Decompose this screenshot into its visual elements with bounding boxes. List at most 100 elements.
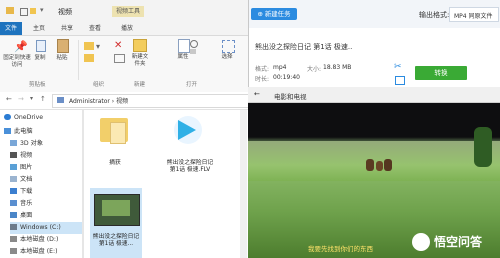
copy-to-icon[interactable] [84, 54, 94, 62]
copy-icon [36, 40, 46, 52]
player-title: 电影和电视 [274, 93, 307, 101]
watermark-text: 悟空问答 [434, 235, 483, 249]
context-tab-video-tools[interactable]: 视频工具 [112, 6, 144, 17]
quick-access-save-icon[interactable] [20, 8, 28, 16]
dropdown-arrow-icon[interactable]: ▾ [96, 42, 100, 51]
size-value: 18.83 MB [323, 64, 352, 71]
file-explorer-window: ▾ 视频 视频工具 文件 主页 共享 查看 播放 📌 固定到快速访问 复制 粘贴… [0, 0, 250, 258]
move-to-icon[interactable] [84, 42, 94, 50]
movies-tv-player-window: ← 电影和电视 我要先找到你们的东西 悟空问答 [248, 87, 500, 258]
video-player-icon [178, 120, 196, 140]
explorer-titlebar: ▾ 视频 视频工具 [0, 0, 248, 22]
drive-icon [10, 248, 17, 254]
new-folder-button[interactable]: 新建文件夹 [130, 54, 150, 68]
convert-button[interactable]: 转换 [415, 66, 467, 80]
file-list: 摘获 熊出没之探险日记 第1话 极速.FLV 熊出没之探险日记 第1话 极速..… [84, 110, 248, 258]
tab-view[interactable]: 查看 [84, 22, 106, 35]
window-title: 视频 [58, 8, 72, 16]
file-item[interactable]: 熊出没之探险日记 第1话 极速.FLV [164, 114, 216, 184]
output-format-label: 输出格式: [419, 11, 450, 19]
file-item-selected[interactable]: 熊出没之探险日记 第1话 极速... [90, 188, 142, 258]
back-arrow-icon[interactable]: ← [6, 95, 12, 103]
video-frame[interactable]: 我要先找到你们的东西 悟空问答 [248, 103, 500, 258]
bear-figure [376, 161, 383, 171]
tab-file[interactable]: 文件 [0, 22, 22, 35]
output-format-select[interactable]: MP4 同原文件 [449, 7, 499, 22]
nav-item-desktop[interactable]: 桌面 [10, 210, 88, 222]
tree [474, 127, 492, 167]
nav-item-downloads[interactable]: 下载 [10, 186, 88, 198]
nav-item-onedrive[interactable]: OneDrive [4, 112, 82, 124]
properties-icon [178, 39, 190, 53]
drive-icon [10, 236, 17, 242]
film-icon [10, 152, 17, 158]
files-scrollbar[interactable] [240, 110, 247, 258]
new-folder-icon[interactable] [30, 8, 36, 14]
nav-item-music[interactable]: 音乐 [10, 198, 88, 210]
nav-item-this-pc[interactable]: 此电脑 [4, 126, 82, 138]
document-icon [10, 176, 17, 182]
nav-item-pictures[interactable]: 图片 [10, 162, 88, 174]
cube-icon [10, 140, 17, 146]
task-card: 熊出没之探险日记 第1话 极速.. 格式: mp4 大小: 18.83 MB 时… [249, 28, 500, 87]
new-folder-large-icon [133, 39, 147, 52]
cloud-icon [4, 114, 11, 120]
player-titlebar: ← 电影和电视 [248, 87, 500, 103]
folder-icon [6, 7, 14, 14]
file-name: 熊出没之探险日记 第1话 极速... [92, 234, 140, 247]
pin-quick-access-button[interactable]: 固定到快速访问 [2, 55, 32, 69]
properties-button[interactable]: 属性 [176, 54, 190, 61]
edit-scissors-icon[interactable]: ✂ [394, 62, 402, 72]
tab-play[interactable]: 播放 [116, 22, 138, 35]
edit-icon[interactable] [190, 49, 196, 54]
address-path: Administrator › 视频 [69, 98, 129, 105]
rename-icon[interactable] [114, 54, 125, 63]
bear-figure [384, 159, 392, 171]
group-new-label: 新建 [134, 82, 146, 88]
nav-item-local-disk-e[interactable]: 本地磁盘 (E:) [10, 246, 88, 258]
group-open-label: 打开 [186, 82, 198, 88]
computer-icon [4, 128, 11, 134]
tab-share[interactable]: 共享 [56, 22, 78, 35]
music-icon [10, 200, 17, 206]
open-icon[interactable] [190, 40, 198, 48]
back-arrow-icon[interactable]: ← [254, 90, 260, 98]
file-item[interactable]: 摘获 [98, 116, 132, 168]
forward-arrow-icon[interactable]: → [18, 95, 24, 103]
file-name: 熊出没之探险日记 第1话 极速.FLV [166, 160, 214, 173]
bear-figure [366, 159, 374, 171]
file-name: 摘获 [109, 160, 121, 166]
nav-item-documents[interactable]: 文档 [10, 174, 88, 186]
folder-open-icon[interactable] [395, 76, 405, 85]
paste-button[interactable]: 粘贴 [52, 55, 72, 62]
ribbon-tabs: 文件 主页 共享 查看 播放 [0, 22, 248, 36]
duration-value: 00:19:40 [273, 74, 300, 81]
address-bar-row: ← → ▾ ↑ Administrator › 视频 [0, 92, 250, 110]
tab-home[interactable]: 主页 [28, 22, 50, 35]
plus-icon: ⊕ [257, 10, 265, 18]
select-button[interactable]: 选择 [218, 54, 236, 61]
video-folder-icon [57, 97, 64, 103]
nav-item-windows-c[interactable]: Windows (C:) [10, 222, 88, 234]
group-organize-label: 组织 [93, 82, 105, 88]
new-task-button[interactable]: ⊕ 新建任务 [251, 8, 297, 20]
wukong-logo-icon [412, 233, 430, 251]
customize-toolbar-icon[interactable]: ▾ [40, 6, 44, 14]
nav-item-3d-objects[interactable]: 3D 对象 [10, 138, 88, 150]
paste-icon [57, 39, 69, 53]
desktop-icon [10, 212, 17, 218]
format-value: mp4 [273, 64, 287, 71]
nav-item-local-disk-d[interactable]: 本地磁盘 (D:) [10, 234, 88, 246]
copy-button[interactable]: 复制 [33, 55, 47, 62]
nav-item-videos[interactable]: 视频 [10, 150, 88, 162]
select-icon [222, 40, 235, 53]
recent-locations-icon[interactable]: ▾ [30, 95, 33, 102]
video-subtitle: 我要先找到你们的东西 [308, 245, 373, 253]
picture-icon [10, 164, 17, 170]
drive-icon [10, 224, 17, 230]
delete-icon[interactable]: ✕ [114, 40, 122, 51]
download-icon [10, 188, 17, 194]
task-file-title: 熊出没之探险日记 第1话 极速.. [255, 43, 353, 51]
up-arrow-icon[interactable]: ↑ [40, 95, 46, 103]
address-input[interactable]: Administrator › 视频 [52, 94, 250, 108]
